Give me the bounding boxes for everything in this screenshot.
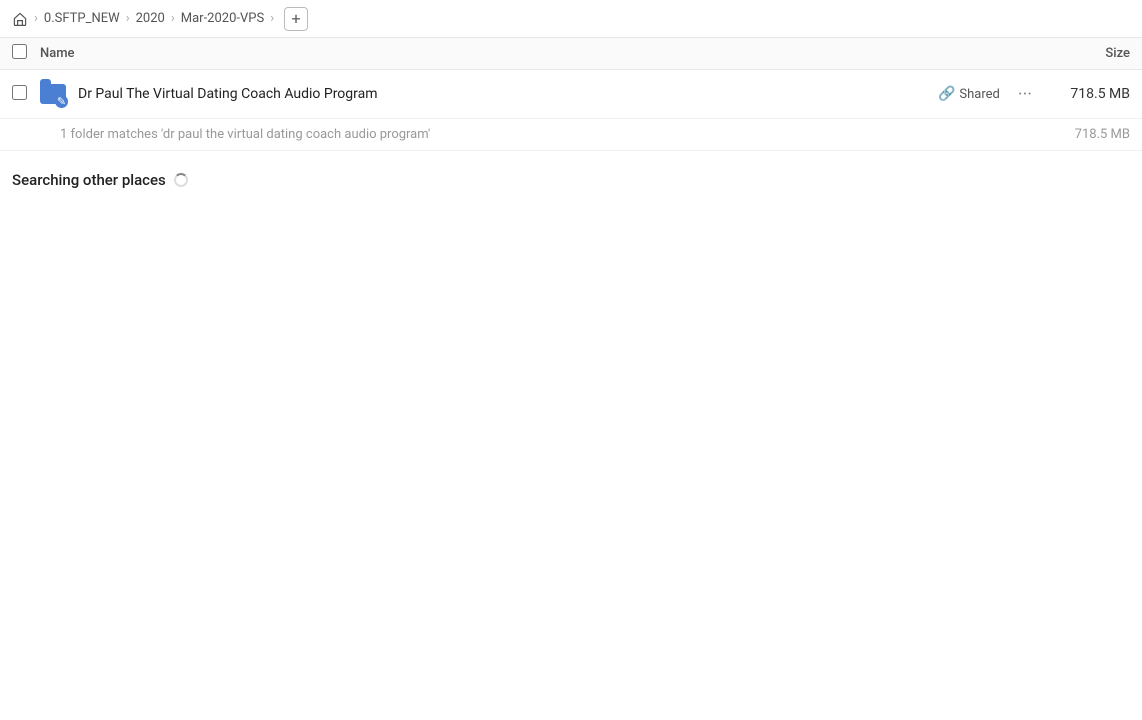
searching-section: Searching other places [0, 151, 1142, 201]
size-column-header: Size [1050, 46, 1130, 61]
loading-spinner [174, 173, 188, 187]
file-row[interactable]: ✎ Dr Paul The Virtual Dating Coach Audio… [0, 70, 1142, 119]
match-total-size: 718.5 MB [1075, 127, 1130, 142]
home-breadcrumb[interactable] [12, 11, 28, 27]
match-info-row: 1 folder matches 'dr paul the virtual da… [0, 119, 1142, 151]
add-breadcrumb-button[interactable]: + [284, 7, 308, 31]
breadcrumb-sep-2: › [126, 11, 130, 26]
breadcrumb-sep-1: › [34, 11, 38, 26]
name-column-header: Name [40, 46, 1050, 61]
select-all-input[interactable] [12, 44, 27, 59]
more-options-button[interactable]: ··· [1012, 82, 1038, 107]
breadcrumb-sep-3: › [171, 11, 175, 26]
breadcrumb-mar2020[interactable]: Mar-2020-VPS [181, 11, 264, 26]
row-checkbox-input[interactable] [12, 85, 27, 100]
breadcrumb-bar: › 0.SFTP_NEW › 2020 › Mar-2020-VPS › + [0, 0, 1142, 38]
shared-badge: 🔗 Shared [938, 86, 1000, 102]
row-checkbox[interactable] [12, 85, 32, 104]
breadcrumb-2020[interactable]: 2020 [136, 11, 165, 26]
link-icon: 🔗 [938, 86, 955, 102]
breadcrumb-sep-4: › [270, 11, 274, 26]
select-all-checkbox[interactable] [12, 44, 32, 63]
file-name-label: Dr Paul The Virtual Dating Coach Audio P… [78, 86, 938, 102]
searching-label: Searching other places [12, 171, 166, 189]
match-info-text: 1 folder matches 'dr paul the virtual da… [60, 127, 430, 142]
breadcrumb-sftp[interactable]: 0.SFTP_NEW [44, 11, 120, 26]
column-header: Name Size [0, 38, 1142, 70]
pencil-icon: ✎ [55, 95, 68, 108]
folder-icon: ✎ [40, 80, 68, 108]
file-size: 718.5 MB [1050, 86, 1130, 102]
